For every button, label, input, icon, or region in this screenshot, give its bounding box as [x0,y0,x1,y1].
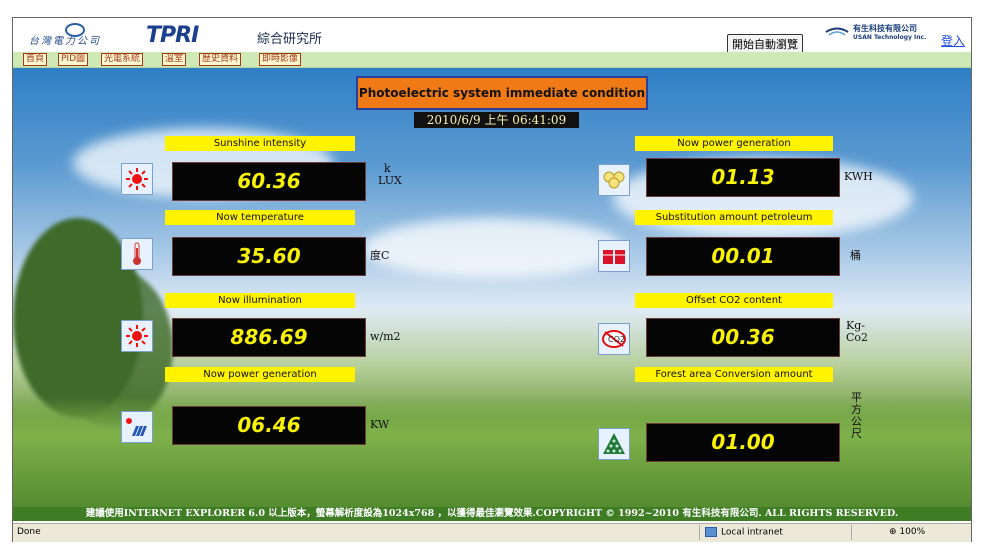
usan-logo-icon [825,27,849,36]
institute-name: 綜合研究所 [257,32,323,47]
nav-item-live-video[interactable]: 即時影像 [259,53,302,66]
metric-unit-line2: Co2 [846,331,869,344]
metric-unit-energy-generated: KWH [844,170,873,183]
tree-icon [598,428,630,460]
sun-icon [121,163,153,195]
auto-browse-button[interactable]: 開始自動瀏覽 [727,34,803,54]
metric-value-illumination: 886.69 [172,318,366,357]
sun-icon [121,320,153,352]
tpri-logo[interactable]: TPRI [146,23,199,48]
metric-label-sunshine: Sunshine intensity [165,136,355,151]
login-link[interactable]: 登入 [941,32,965,49]
metric-value-co2-offset: 00.36 [646,318,840,357]
nav-item-pv-system[interactable]: 光電系統 [101,53,144,66]
metric-value-forest-area: 01.00 [646,423,840,462]
co2-icon: CO2 [598,323,630,355]
metric-unit-power-generation: KW [370,418,390,431]
metric-unit-line2: LUX [378,174,402,187]
browser-window: 台灣電力公司 TPRI 綜合研究所 開始自動瀏覽 有生科技有限公司 USAN T… [12,17,972,542]
vendor-name: 有生科技有限公司 USAN Technology Inc. [853,24,926,42]
status-text: Done [17,527,41,537]
metric-value-energy-generated: 01.13 [646,158,840,197]
metric-value-power-generation: 06.46 [172,406,366,445]
main-nav: 首頁 PID圖 光電系統 溫室 歷史資料 即時影像 [13,52,971,68]
metric-label-energy-generated: Now power generation [635,136,833,151]
status-divider [699,525,700,540]
vendor-name-en: USAN Technology Inc. [853,34,927,41]
browser-statusbar: Done Local intranet ⊕ 100% [13,523,971,542]
svg-text:CO2: CO2 [608,335,625,344]
metric-unit-forest-area: 平方公尺 [851,391,862,440]
solar-panel-icon [121,411,153,443]
oil-barrel-icon [598,240,630,272]
company-name: 台灣電力公司 [29,36,101,47]
metric-unit-sunshine: k LUX [378,163,402,187]
site-header: 台灣電力公司 TPRI 綜合研究所 開始自動瀏覽 有生科技有限公司 USAN T… [13,18,971,54]
metric-unit-petroleum-substitution: 桶 [850,249,861,262]
intranet-icon [705,527,717,537]
metric-label-illumination: Now illumination [165,293,355,308]
metric-label-co2-offset: Offset CO2 content [635,293,833,308]
metric-unit-illumination: w/m2 [370,330,401,343]
metric-label-power-generation: Now power generation [165,367,355,382]
vendor-name-zh: 有生科技有限公司 [853,24,917,33]
nav-item-pid[interactable]: PID圖 [58,53,89,66]
light-bulbs-icon [598,164,630,196]
metric-label-forest-area: Forest area Conversion amount [635,367,833,382]
panel-title: Photoelectric system immediate condition [356,76,648,110]
zoom-icon: ⊕ [889,527,900,537]
security-zone[interactable]: Local intranet [705,527,783,538]
metric-label-petroleum-substitution: Substitution amount petroleum [635,210,833,225]
dashboard-panel: Photoelectric system immediate condition… [13,68,971,507]
metric-label-temperature: Now temperature [165,210,355,225]
zoom-level-value: 100% [899,527,926,537]
metric-unit-temperature: 度C [370,249,390,262]
status-divider [851,525,852,540]
current-datetime: 2010/6/9 上午 06:41:09 [414,112,579,128]
nav-item-history[interactable]: 歷史資料 [199,53,242,66]
security-zone-label: Local intranet [721,527,783,538]
metric-value-petroleum-substitution: 00.01 [646,237,840,276]
thermometer-icon [121,238,153,270]
metric-value-temperature: 35.60 [172,237,366,276]
metric-value-sunshine: 60.36 [172,162,366,201]
nav-item-greenhouse[interactable]: 溫室 [162,53,187,66]
cloud-decoration [363,218,623,278]
nav-item-home[interactable]: 首頁 [23,53,48,66]
zoom-level[interactable]: ⊕ 100% [889,527,925,537]
metric-unit-co2-offset: Kg- Co2 [846,320,868,344]
page-footer: 建議使用INTERNET EXPLORER 6.0 以上版本，螢幕解析度設為10… [13,507,971,521]
